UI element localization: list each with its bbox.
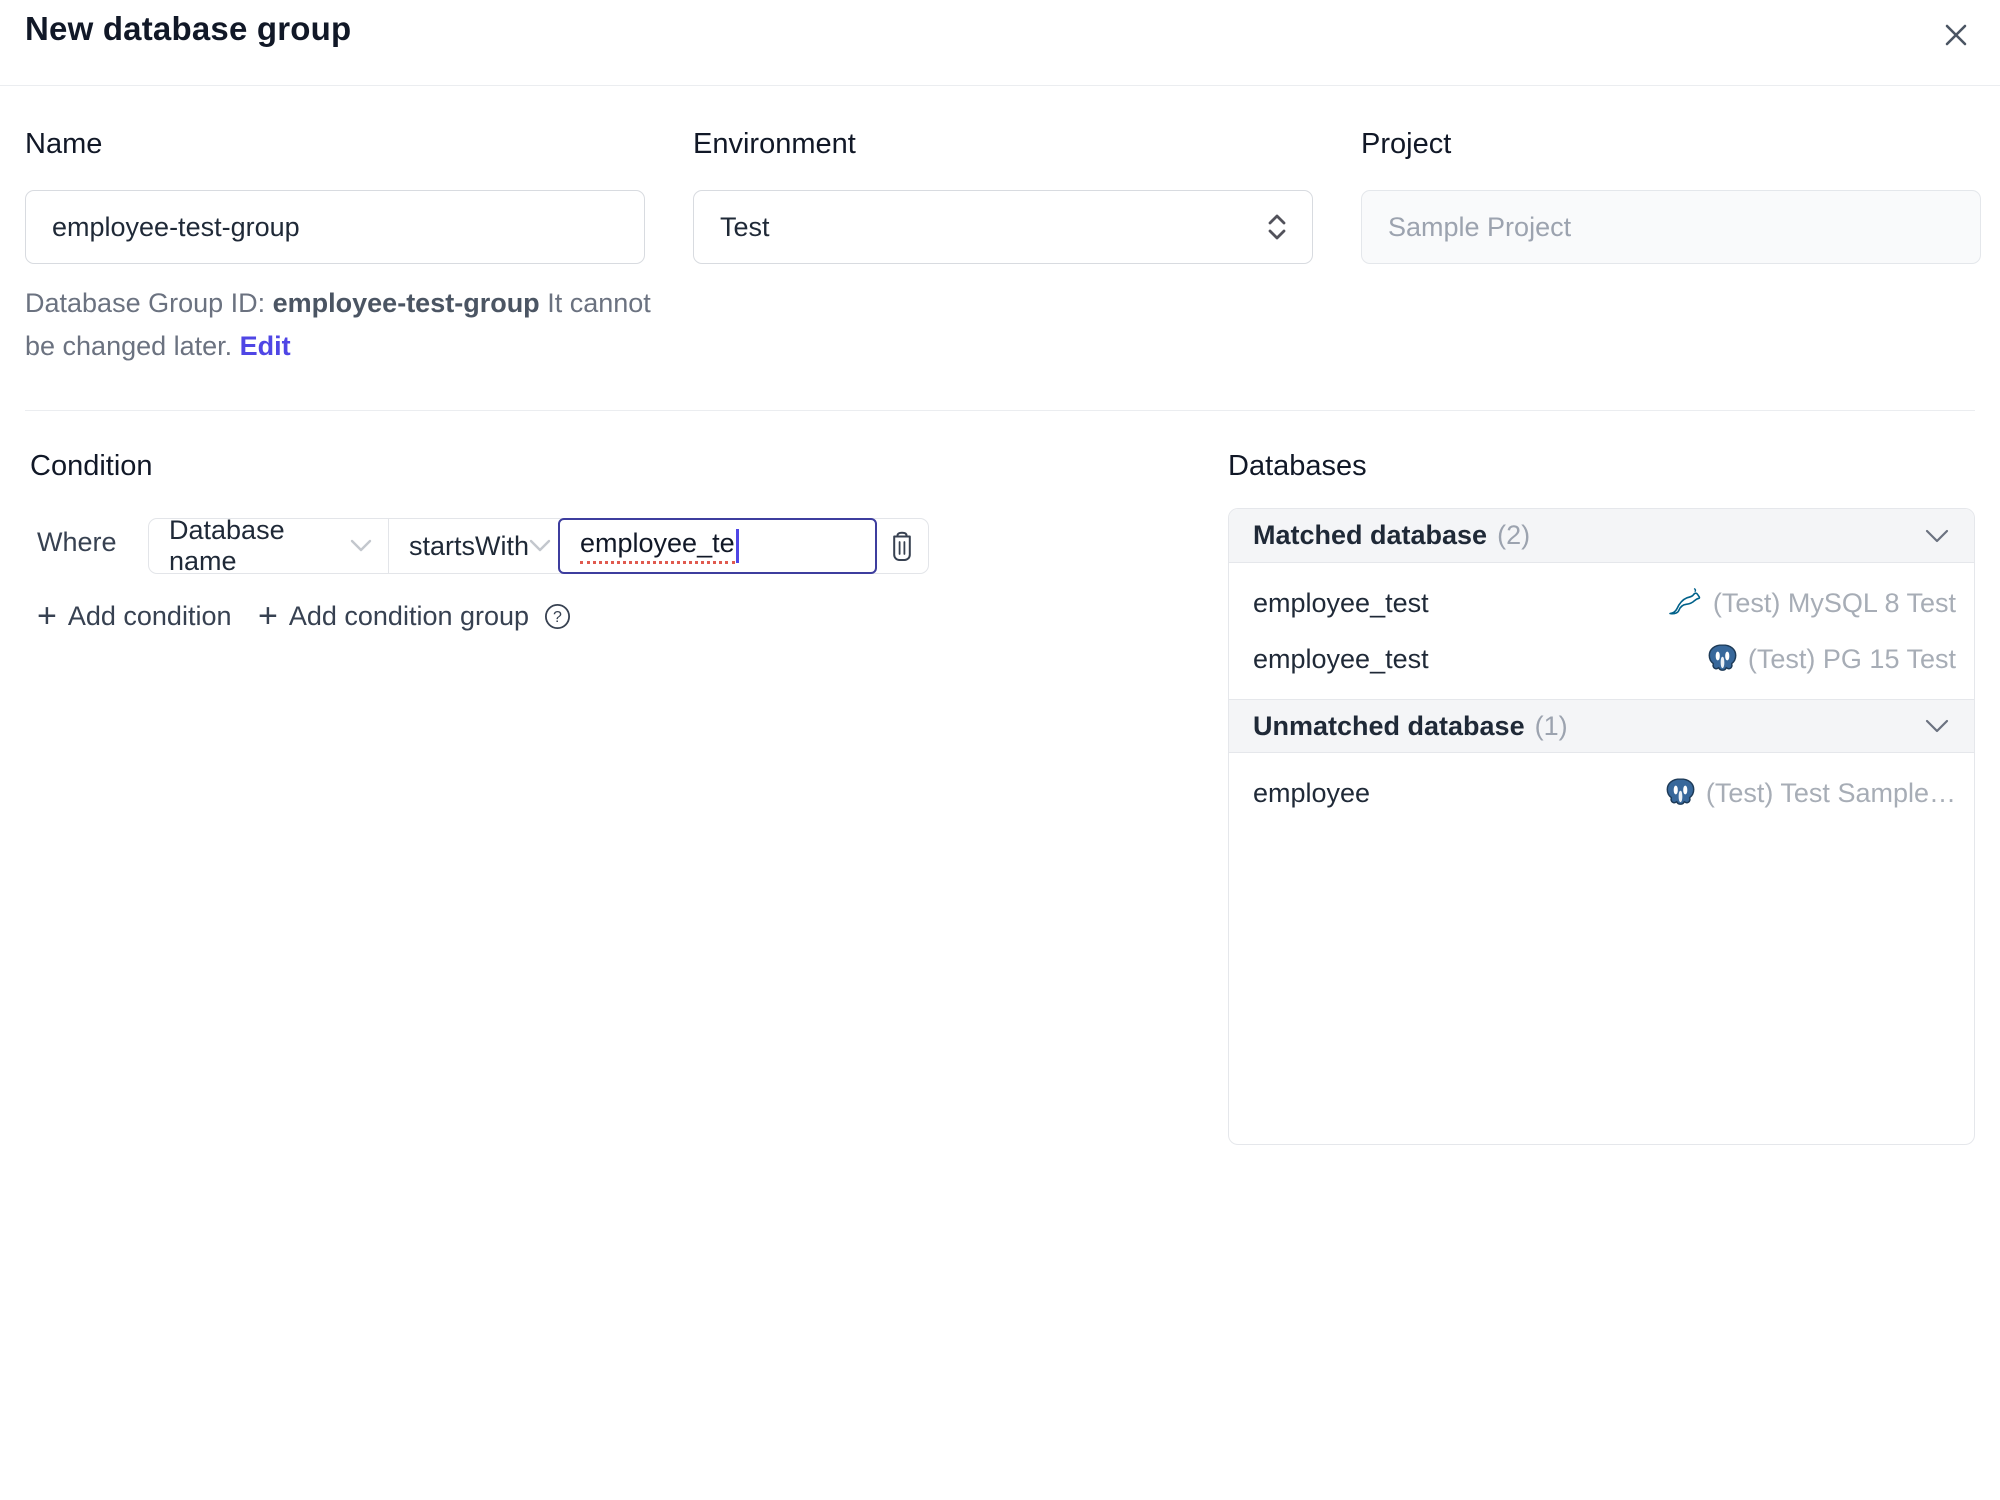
chevron-down-icon bbox=[1924, 528, 1950, 544]
new-database-group-dialog: New database group Name Environment Proj… bbox=[0, 0, 2000, 1500]
help-icon[interactable]: ? bbox=[543, 602, 572, 631]
instance-label: (Test) Test Sample… bbox=[1664, 777, 1956, 810]
database-name: employee_test bbox=[1253, 587, 1429, 618]
chevron-down-icon bbox=[1924, 718, 1950, 734]
name-input-value: employee-test-group bbox=[52, 211, 300, 242]
postgres-icon bbox=[1706, 643, 1739, 676]
add-condition-group-button[interactable]: + Add condition group ? bbox=[258, 599, 572, 633]
project-label: Project bbox=[1361, 128, 1452, 160]
plus-icon: + bbox=[37, 597, 57, 635]
id-hint-value: employee-test-group bbox=[272, 288, 540, 318]
close-button[interactable] bbox=[1934, 13, 1978, 57]
name-label: Name bbox=[25, 128, 103, 160]
unmatched-database-header[interactable]: Unmatched database (1) bbox=[1229, 699, 1974, 753]
unmatched-database-title: Unmatched database bbox=[1253, 710, 1525, 741]
delete-condition-button[interactable] bbox=[887, 530, 917, 563]
where-label: Where bbox=[37, 527, 117, 557]
plus-icon: + bbox=[258, 597, 278, 635]
environment-select[interactable]: Test bbox=[693, 190, 1313, 264]
select-updown-icon bbox=[1264, 211, 1290, 243]
matched-database-rows: employee_test (Test) MySQL 8 Test employ… bbox=[1229, 563, 1974, 699]
add-condition-label: Add condition bbox=[67, 600, 232, 631]
section-divider bbox=[25, 410, 1975, 411]
chevron-down-icon bbox=[350, 539, 372, 553]
project-value: Sample Project bbox=[1388, 211, 1572, 242]
database-name: employee_test bbox=[1253, 643, 1429, 674]
environment-label: Environment bbox=[693, 128, 856, 160]
dialog-title: New database group bbox=[25, 10, 352, 47]
database-row: employee (Test) Test Sample… bbox=[1229, 765, 1974, 821]
dialog-header: New database group bbox=[0, 0, 2000, 86]
database-row: employee_test (Test) MySQL 8 Test bbox=[1229, 575, 1974, 631]
condition-operator-select[interactable]: startsWith bbox=[389, 519, 559, 573]
condition-value-text: employee_te bbox=[580, 528, 735, 564]
condition-field-select[interactable]: Database name bbox=[149, 515, 389, 576]
matched-database-title: Matched database bbox=[1253, 520, 1488, 550]
environment-selected-value: Test bbox=[720, 211, 770, 242]
postgres-icon bbox=[1664, 777, 1697, 810]
add-condition-button[interactable]: + Add condition bbox=[37, 599, 231, 633]
unmatched-database-count: (1) bbox=[1534, 710, 1568, 741]
databases-panel: Matched database (2) employee_test (Test… bbox=[1228, 508, 1975, 1145]
add-condition-group-label: Add condition group bbox=[288, 600, 530, 631]
condition-row: Database name startsWith employee_te bbox=[148, 515, 929, 576]
matched-database-count: (2) bbox=[1497, 520, 1531, 550]
svg-text:?: ? bbox=[553, 609, 562, 626]
name-input[interactable]: employee-test-group bbox=[25, 190, 645, 264]
project-input: Sample Project bbox=[1361, 190, 1981, 264]
instance-name: (Test) MySQL 8 Test bbox=[1712, 587, 1956, 618]
condition-value-input[interactable]: employee_te bbox=[558, 518, 877, 574]
instance-label: (Test) MySQL 8 Test bbox=[1668, 588, 1956, 619]
database-group-id-hint: Database Group ID: employee-test-group I… bbox=[25, 282, 673, 368]
instance-name: (Test) Test Sample… bbox=[1705, 777, 1956, 808]
trash-icon bbox=[887, 530, 917, 563]
databases-heading: Databases bbox=[1228, 450, 1367, 482]
edit-id-link[interactable]: Edit bbox=[240, 331, 291, 361]
id-hint-prefix: Database Group ID: bbox=[25, 288, 273, 318]
trash-zone bbox=[876, 519, 928, 573]
condition-heading: Condition bbox=[30, 450, 153, 482]
database-name: employee bbox=[1253, 777, 1371, 808]
chevron-down-icon bbox=[529, 539, 551, 553]
matched-database-header[interactable]: Matched database (2) bbox=[1229, 509, 1974, 563]
database-row: employee_test (Test) PG 15 Test bbox=[1229, 631, 1974, 687]
condition-field-value: Database name bbox=[169, 515, 285, 576]
close-icon bbox=[1938, 17, 1974, 53]
instance-name: (Test) PG 15 Test bbox=[1747, 643, 1956, 674]
mysql-icon bbox=[1668, 588, 1704, 618]
unmatched-database-rows: employee (Test) Test Sample… bbox=[1229, 753, 1974, 833]
instance-label: (Test) PG 15 Test bbox=[1706, 643, 1956, 676]
text-cursor bbox=[735, 529, 739, 563]
condition-operator-value: startsWith bbox=[409, 530, 530, 561]
